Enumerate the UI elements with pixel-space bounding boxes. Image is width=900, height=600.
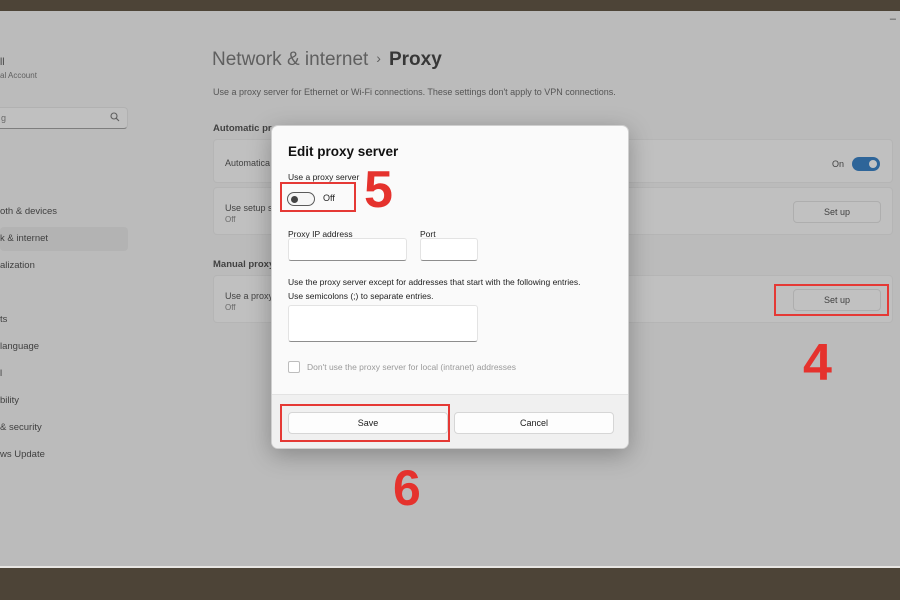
highlight-toggle-box — [280, 182, 356, 212]
proxy-ip-input[interactable] — [288, 238, 407, 261]
local-addresses-label: Don't use the proxy server for local (in… — [307, 362, 517, 372]
dialog-title: Edit proxy server — [288, 144, 399, 159]
port-input[interactable] — [420, 238, 478, 261]
step-number-4: 4 — [803, 334, 832, 392]
step-number-5: 5 — [364, 161, 393, 219]
exceptions-description-line2: Use semicolons (;) to separate entries. — [288, 291, 434, 301]
highlight-save-box — [280, 404, 450, 442]
exceptions-description-line1: Use the proxy server except for addresse… — [288, 277, 581, 287]
exceptions-input[interactable] — [288, 305, 478, 342]
highlight-setup-box — [774, 284, 889, 316]
use-proxy-label: Use a proxy server — [288, 172, 360, 182]
bottom-frame — [0, 566, 900, 600]
step-number-6: 6 — [393, 460, 421, 516]
edit-proxy-dialog: Edit proxy server Use a proxy server Off… — [271, 125, 629, 449]
local-addresses-checkbox[interactable] — [288, 361, 300, 373]
top-frame — [0, 0, 900, 11]
cancel-button[interactable]: Cancel — [454, 412, 614, 434]
